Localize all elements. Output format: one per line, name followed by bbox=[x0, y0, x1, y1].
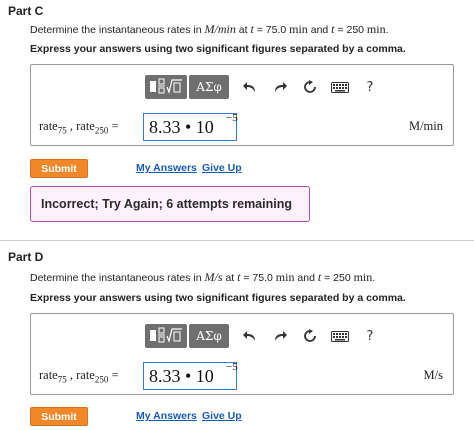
redo-icon[interactable] bbox=[269, 77, 291, 97]
part-c-title: Part C bbox=[8, 4, 44, 18]
part-c-math-toolbar: ΑΣφ ? bbox=[145, 75, 407, 99]
keyboard-icon[interactable] bbox=[329, 326, 351, 346]
template-sqrt-icon bbox=[149, 327, 183, 346]
part-d-math-toolbar: ΑΣφ ? bbox=[145, 324, 407, 348]
feedback-message: Incorrect; Try Again; 6 attempts remaini… bbox=[30, 186, 310, 222]
part-d-unit: M/s bbox=[423, 368, 443, 382]
part-d-submit-button[interactable]: Submit bbox=[30, 407, 88, 426]
part-d-instruction: Express your answers using two significa… bbox=[30, 292, 406, 304]
reset-icon[interactable] bbox=[299, 326, 321, 346]
part-d-my-answers-link[interactable]: My Answers bbox=[136, 410, 197, 422]
part-c-unit: M/min bbox=[408, 119, 443, 133]
keyboard-icon[interactable] bbox=[329, 77, 351, 97]
part-c-answer-input[interactable]: 8.33 • 10 −5 bbox=[143, 112, 238, 141]
part-c-equation-row: rate75 , rate250 = 8.33 • 10 −5 M/min bbox=[31, 112, 453, 141]
part-c-question: Determine the instantaneous rates in M/m… bbox=[30, 22, 389, 36]
part-c-answer-panel: ΑΣφ ? rate75 , rate250 = 8.33 • 10 −5 M/… bbox=[30, 64, 454, 146]
help-button[interactable]: ? bbox=[359, 77, 381, 97]
undo-icon[interactable] bbox=[239, 326, 261, 346]
part-c-my-answers-link[interactable]: My Answers bbox=[136, 162, 197, 174]
part-c-submit-button[interactable]: Submit bbox=[30, 159, 88, 178]
undo-icon[interactable] bbox=[239, 77, 261, 97]
greek-symbols-button[interactable]: ΑΣφ bbox=[189, 75, 229, 99]
part-d-answer-input[interactable]: 8.33 • 10 −5 bbox=[143, 361, 238, 390]
templates-button[interactable] bbox=[145, 324, 187, 348]
template-sqrt-icon bbox=[149, 78, 183, 97]
part-d-answer-panel: ΑΣφ ? rate75 , rate250 = 8.33 • 10 −5 M/… bbox=[30, 313, 454, 395]
part-c-instruction: Express your answers using two significa… bbox=[30, 43, 406, 55]
redo-icon[interactable] bbox=[269, 326, 291, 346]
part-d-title: Part D bbox=[8, 250, 44, 264]
greek-symbols-button[interactable]: ΑΣφ bbox=[189, 324, 229, 348]
part-c-give-up-link[interactable]: Give Up bbox=[202, 162, 242, 174]
part-c-answer-label: rate75 , rate250 = bbox=[39, 119, 119, 136]
part-d-question: Determine the instantaneous rates in M/s… bbox=[30, 270, 376, 284]
part-d-equation-row: rate75 , rate250 = 8.33 • 10 −5 M/s bbox=[31, 361, 453, 390]
part-d-answer-label: rate75 , rate250 = bbox=[39, 368, 119, 385]
help-button[interactable]: ? bbox=[359, 326, 381, 346]
reset-icon[interactable] bbox=[299, 77, 321, 97]
part-d-give-up-link[interactable]: Give Up bbox=[202, 410, 242, 422]
section-divider bbox=[0, 240, 474, 241]
templates-button[interactable] bbox=[145, 75, 187, 99]
